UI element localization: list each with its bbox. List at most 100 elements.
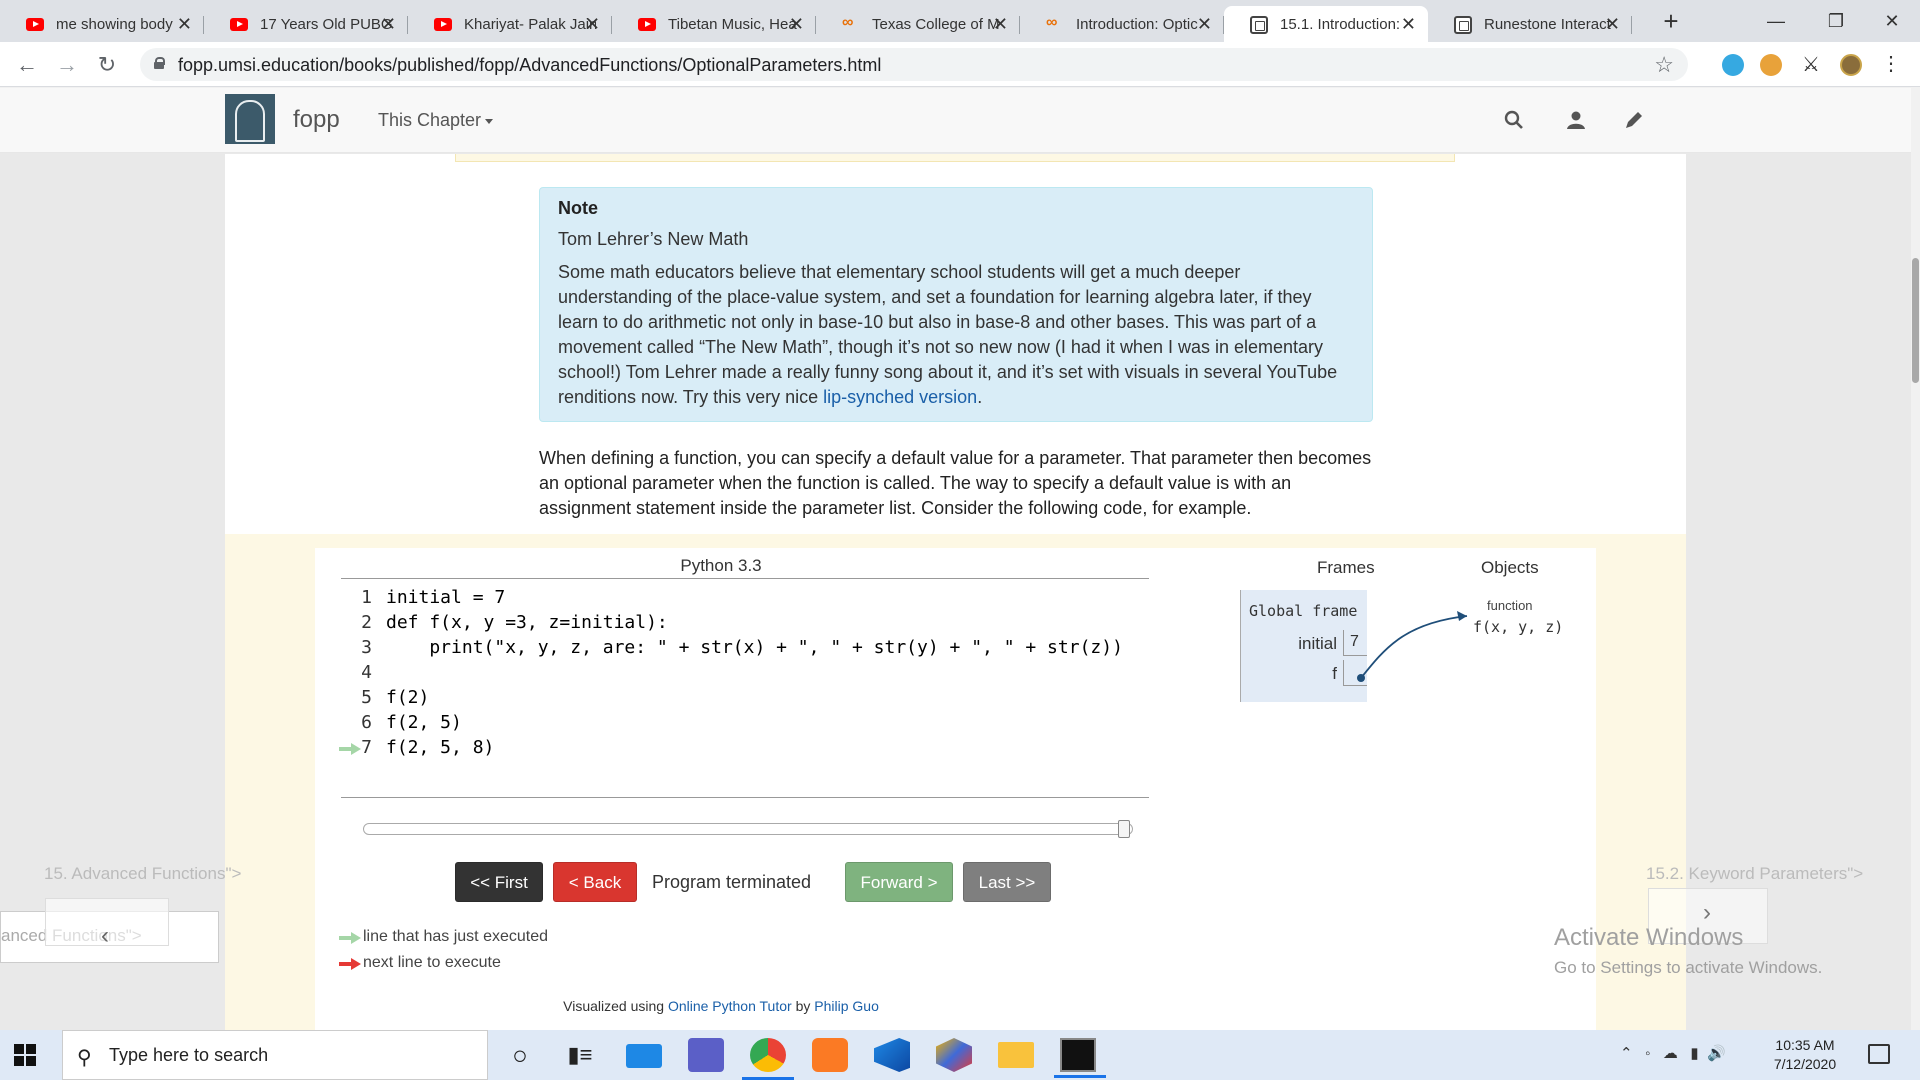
vscode-icon[interactable] bbox=[874, 1038, 910, 1072]
this-chapter-menu[interactable]: This Chapter bbox=[378, 110, 493, 131]
taskbar-clock[interactable]: 10:35 AM 7/12/2020 bbox=[1772, 1036, 1838, 1074]
var-row-initial: initial 7 bbox=[1247, 630, 1367, 656]
browser-tab[interactable]: Runestone Interact ✕ bbox=[1428, 6, 1632, 42]
app-cube-icon[interactable] bbox=[936, 1038, 972, 1072]
task-view-icon[interactable]: ▮≡ bbox=[562, 1038, 598, 1072]
reload-icon[interactable]: ↻ bbox=[92, 50, 122, 80]
code-line: 6 f(2, 5) bbox=[341, 712, 462, 740]
legend-executed-text: line that has just executed bbox=[363, 928, 549, 945]
taskbar-search-input[interactable]: ⚲ Type here to search bbox=[62, 1030, 488, 1080]
runestone-icon bbox=[1454, 16, 1472, 34]
online-python-tutor-link[interactable]: Online Python Tutor bbox=[668, 998, 792, 1014]
legend-next: next line to execute bbox=[339, 954, 501, 972]
close-window-button[interactable]: ✕ bbox=[1862, 4, 1920, 38]
back-button[interactable]: < Back bbox=[553, 862, 637, 902]
page-scrollbar[interactable] bbox=[1911, 88, 1920, 1030]
site-navbar: fopp This Chapter bbox=[0, 88, 1920, 153]
browser-tab[interactable]: Tibetan Music, Hea ✕ bbox=[612, 6, 816, 42]
prev-chapter-label[interactable]: 15. Advanced Functions"> bbox=[44, 864, 241, 884]
teams-icon[interactable] bbox=[688, 1038, 724, 1072]
browser-tab[interactable]: Texas College of M✕ bbox=[816, 6, 1020, 42]
pencil-icon[interactable] bbox=[1622, 108, 1646, 132]
site-brand[interactable]: fopp bbox=[293, 106, 340, 134]
back-arrow-icon[interactable]: ← bbox=[12, 50, 42, 80]
new-tab-button[interactable]: + bbox=[1656, 6, 1686, 36]
next-chapter-label[interactable]: 15.2. Keyword Parameters"> bbox=[1646, 864, 1863, 884]
line-number: 3 bbox=[361, 637, 372, 658]
forward-arrow-icon[interactable]: → bbox=[52, 50, 82, 80]
code-line: 5 f(2) bbox=[341, 687, 429, 715]
url-text[interactable]: fopp.umsi.education/books/published/fopp… bbox=[178, 55, 881, 76]
terminal-icon[interactable] bbox=[1054, 1038, 1106, 1078]
windows-start-icon[interactable] bbox=[14, 1044, 36, 1066]
profile-avatar[interactable] bbox=[1840, 54, 1862, 76]
code-text: f(2, 5, 8) bbox=[386, 737, 495, 758]
browser-tab[interactable]: 17 Years Old PUBG ✕ bbox=[204, 6, 408, 42]
scrollbar-thumb[interactable] bbox=[1912, 258, 1919, 383]
code-text: def f(x, y =3, z=initial): bbox=[386, 612, 668, 633]
browser-tab[interactable]: Introduction: Optic✕ bbox=[1020, 6, 1224, 42]
file-explorer-icon[interactable] bbox=[998, 1042, 1034, 1068]
forward-button[interactable]: Forward > bbox=[845, 862, 953, 902]
watermark-line1: Activate Windows bbox=[1554, 924, 1744, 951]
extensions-puzzle-icon[interactable]: ⚔ bbox=[1800, 54, 1822, 76]
tab-close-icon[interactable]: ✕ bbox=[177, 14, 192, 35]
this-chapter-label: This Chapter bbox=[378, 110, 482, 130]
step-slider[interactable] bbox=[363, 820, 1133, 838]
code-text: print("x, y, z, are: " + str(x) + ", " +… bbox=[386, 637, 1123, 658]
bookmark-star-icon[interactable]: ☆ bbox=[1654, 52, 1674, 78]
tab-title: Tibetan Music, Hea bbox=[668, 15, 797, 33]
tab-title: Khariyat- Palak Jain bbox=[464, 15, 596, 33]
visualizer-credit: Visualized using Online Python Tutor by … bbox=[315, 998, 1127, 1014]
cortana-icon[interactable]: ○ bbox=[502, 1038, 538, 1072]
python-version-label: Python 3.3 bbox=[680, 556, 762, 575]
extension-owl-icon[interactable] bbox=[1760, 54, 1782, 76]
browser-menu-icon[interactable]: ⋮ bbox=[1880, 54, 1902, 76]
tab-close-icon[interactable]: ✕ bbox=[1605, 14, 1620, 35]
search-icon[interactable] bbox=[1502, 108, 1526, 132]
chevron-left-icon: ‹ bbox=[101, 922, 109, 949]
reference-arrow bbox=[1357, 611, 1468, 682]
colab-icon bbox=[842, 14, 864, 32]
chrome-icon[interactable] bbox=[742, 1038, 794, 1080]
system-tray[interactable]: ⌃ ◦ ☁ ▮ 🔊 bbox=[1620, 1044, 1726, 1062]
tab-close-icon[interactable]: ✕ bbox=[789, 14, 804, 35]
green-arrow-icon bbox=[339, 932, 361, 944]
tab-close-icon[interactable]: ✕ bbox=[381, 14, 396, 35]
global-frame-title: Global frame bbox=[1249, 602, 1358, 620]
var-name: initial bbox=[1298, 634, 1337, 653]
note-body-end: . bbox=[977, 387, 983, 407]
mail-icon[interactable] bbox=[626, 1044, 662, 1068]
first-button[interactable]: << First bbox=[455, 862, 543, 902]
lip-synched-version-link[interactable]: lip-synched version bbox=[823, 387, 977, 407]
tab-close-icon[interactable]: ✕ bbox=[1401, 14, 1416, 35]
restore-button[interactable]: ❐ bbox=[1806, 4, 1866, 38]
minimize-button[interactable]: — bbox=[1746, 4, 1806, 38]
extension-search-icon[interactable] bbox=[1722, 54, 1744, 76]
browser-tab[interactable]: Khariyat- Palak Jain ✕ bbox=[408, 6, 612, 42]
browser-tab[interactable]: me showing body ✕ bbox=[0, 6, 204, 42]
line-number: 1 bbox=[361, 587, 372, 608]
visualizer-band: Python 3.3 1 initial = 7 2 def f(x, y =3, z… bbox=[225, 534, 1686, 1030]
tab-close-icon[interactable]: ✕ bbox=[585, 14, 600, 35]
code-line: 1 initial = 7 bbox=[341, 587, 505, 615]
step-slider-knob[interactable] bbox=[1118, 820, 1130, 838]
tab-close-icon[interactable]: ✕ bbox=[1197, 14, 1212, 35]
tab-title: 15.1. Introduction: bbox=[1280, 15, 1401, 33]
site-logo[interactable] bbox=[225, 94, 275, 144]
prev-page-button[interactable]: anced Functions"> ‹ bbox=[0, 898, 219, 963]
youtube-icon bbox=[638, 18, 656, 31]
main-content: Note Tom Lehrer’s New Math Some math edu… bbox=[225, 154, 1686, 1030]
watermark-line2: Go to Settings to activate Windows. bbox=[1554, 958, 1823, 977]
address-bar[interactable]: fopp.umsi.education/books/published/fopp… bbox=[140, 48, 1688, 81]
browser-tab[interactable]: 15.1. Introduction: ✕ bbox=[1224, 6, 1428, 42]
xampp-icon[interactable] bbox=[812, 1038, 848, 1072]
tab-close-icon[interactable]: ✕ bbox=[993, 14, 1008, 35]
notification-icon[interactable] bbox=[1868, 1044, 1890, 1064]
clock-time: 10:35 AM bbox=[1775, 1037, 1835, 1053]
user-icon[interactable] bbox=[1564, 108, 1588, 132]
last-button[interactable]: Last >> bbox=[963, 862, 1051, 902]
philip-guo-link[interactable]: Philip Guo bbox=[814, 998, 879, 1014]
tab-title: Introduction: Optic bbox=[1076, 15, 1198, 33]
legend-next-text: next line to execute bbox=[363, 954, 501, 971]
